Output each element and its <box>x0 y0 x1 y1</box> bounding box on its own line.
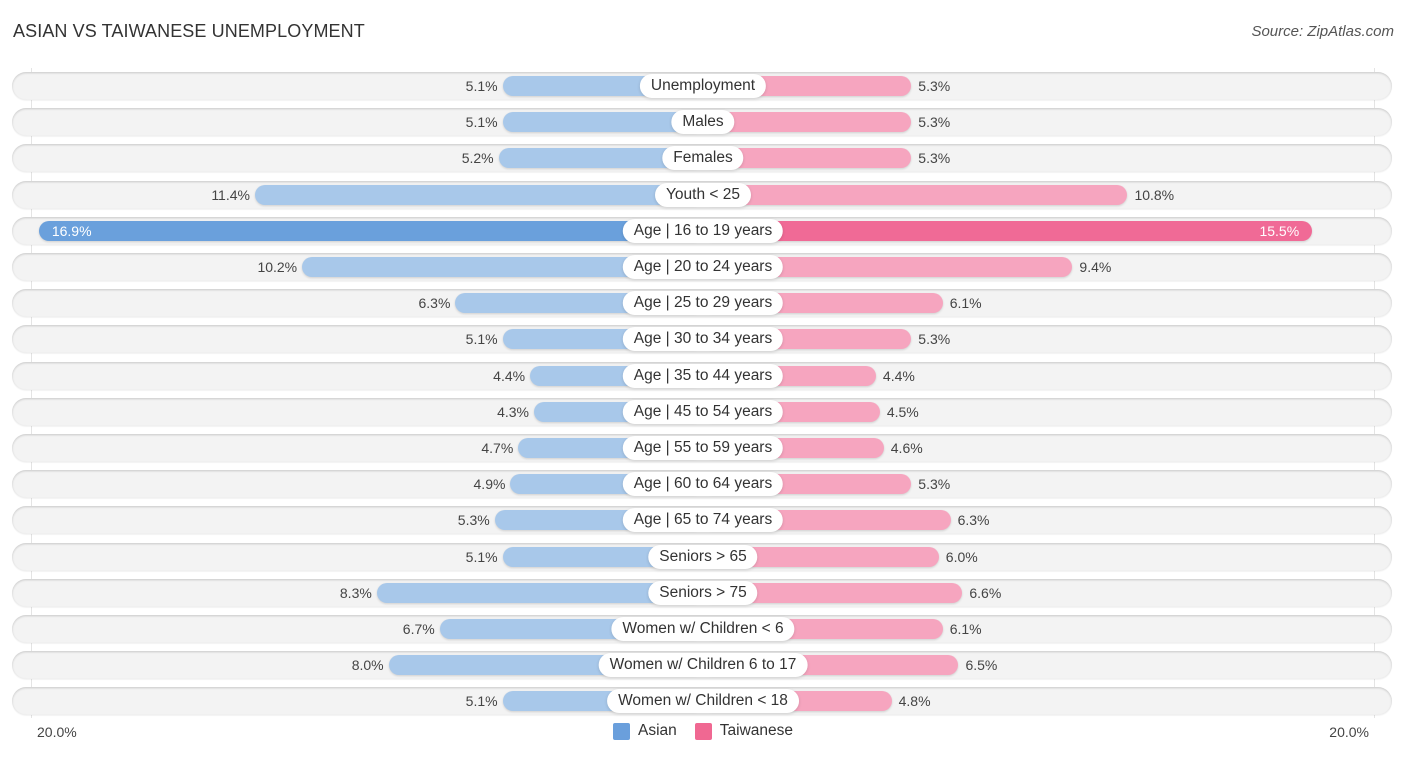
bar-taiwanese[interactable] <box>703 220 1313 241</box>
category-label: Age | 25 to 29 years <box>622 291 784 316</box>
value-label-asian: 5.1% <box>465 693 498 710</box>
category-label: Women w/ Children 6 to 17 <box>598 653 808 678</box>
chart-area: 5.1% 5.3% Unemployment 5.1% 5.3% Males 5.2% 5.3… <box>0 0 1406 757</box>
value-label-asian: 11.4% <box>211 186 250 203</box>
value-label-taiwanese: 6.1% <box>949 295 982 312</box>
category-label: Seniors > 65 <box>648 544 758 569</box>
legend-swatch-asian <box>612 722 630 740</box>
value-label-taiwanese: 6.3% <box>957 512 990 529</box>
value-label-taiwanese: 5.3% <box>918 150 951 167</box>
category-label: Females <box>662 146 744 171</box>
category-label: Males <box>671 110 735 135</box>
bar-taiwanese[interactable] <box>703 184 1128 205</box>
value-label-asian: 6.7% <box>402 621 435 637</box>
value-label-taiwanese: 5.3% <box>918 114 951 131</box>
value-label-taiwanese: 10.8% <box>1134 186 1175 203</box>
category-label: Seniors > 75 <box>648 580 758 605</box>
value-label-asian: 5.1% <box>465 331 498 348</box>
value-label-asian: 16.9% <box>51 222 92 239</box>
category-label: Women w/ Children < 6 <box>611 617 795 641</box>
value-label-taiwanese: 9.4% <box>1079 259 1112 275</box>
value-label-asian: 5.1% <box>465 114 498 131</box>
legend-label-asian: Asian <box>637 722 677 739</box>
value-label-asian: 10.2% <box>257 259 298 275</box>
category-label: Age | 65 to 74 years <box>622 508 784 533</box>
value-label-asian: 4.4% <box>493 367 526 384</box>
category-label: Age | 55 to 59 years <box>622 436 784 460</box>
value-label-taiwanese: 5.3% <box>918 331 951 348</box>
legend: Asian Taiwanese <box>0 722 1406 740</box>
category-label: Age | 30 to 34 years <box>622 327 784 352</box>
value-label-asian: 8.3% <box>339 584 372 601</box>
value-label-asian: 4.9% <box>473 476 506 493</box>
value-label-asian: 5.1% <box>465 548 498 565</box>
value-label-taiwanese: 6.5% <box>965 657 998 674</box>
value-label-asian: 8.0% <box>351 657 384 674</box>
value-label-taiwanese: 5.3% <box>918 78 951 94</box>
value-label-asian: 4.7% <box>481 440 514 456</box>
value-label-taiwanese: 6.0% <box>945 548 978 565</box>
category-label: Youth < 25 <box>655 182 751 207</box>
bar-asian[interactable] <box>254 184 703 205</box>
category-label: Age | 20 to 24 years <box>622 255 784 279</box>
value-label-asian: 5.3% <box>457 512 490 529</box>
value-label-asian: 5.2% <box>461 150 494 167</box>
value-label-taiwanese: 15.5% <box>1259 222 1300 239</box>
category-label: Age | 35 to 44 years <box>622 363 784 388</box>
value-label-taiwanese: 4.5% <box>886 403 919 420</box>
legend-item-taiwanese[interactable]: Taiwanese <box>694 722 794 740</box>
value-label-asian: 6.3% <box>418 295 451 312</box>
bar-asian[interactable] <box>38 220 703 241</box>
value-label-asian: 5.1% <box>465 78 498 94</box>
category-label: Unemployment <box>639 74 767 98</box>
value-label-taiwanese: 4.4% <box>882 367 915 384</box>
category-label: Age | 45 to 54 years <box>622 399 784 424</box>
category-label: Age | 16 to 19 years <box>622 218 784 243</box>
legend-swatch-taiwanese <box>694 722 712 740</box>
category-label: Women w/ Children < 18 <box>607 689 799 714</box>
value-label-taiwanese: 6.1% <box>949 621 982 637</box>
value-label-taiwanese: 4.6% <box>890 440 923 456</box>
category-label: Age | 60 to 64 years <box>622 472 784 497</box>
legend-label-taiwanese: Taiwanese <box>719 722 794 739</box>
legend-item-asian[interactable]: Asian <box>612 722 677 740</box>
value-label-asian: 4.3% <box>497 403 530 420</box>
value-label-taiwanese: 4.8% <box>898 693 931 710</box>
value-label-taiwanese: 5.3% <box>918 476 951 493</box>
value-label-taiwanese: 6.6% <box>969 584 1002 601</box>
